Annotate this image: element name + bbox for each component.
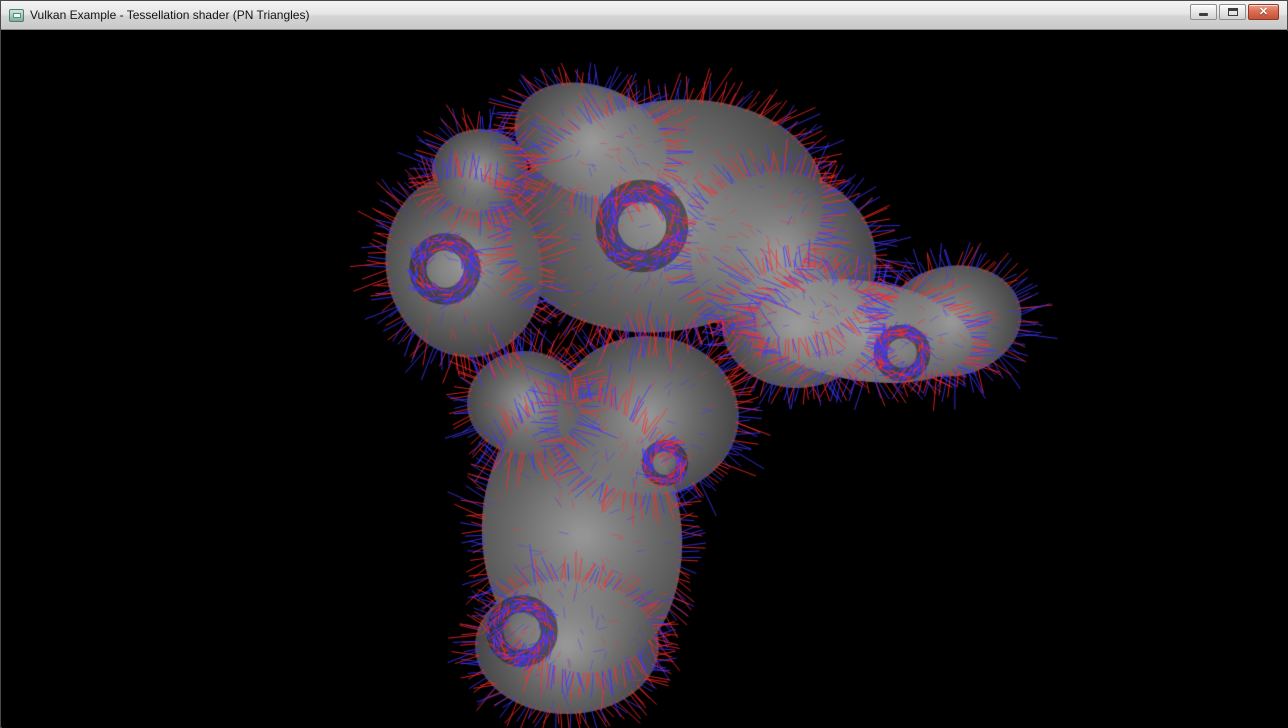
maximize-icon	[1228, 8, 1238, 16]
window-icon-glyph	[13, 13, 21, 18]
app-window: Vulkan Example - Tessellation shader (PN…	[0, 0, 1288, 728]
close-button[interactable]: ✕	[1248, 4, 1279, 20]
minimize-icon	[1199, 13, 1208, 16]
title-bar[interactable]: Vulkan Example - Tessellation shader (PN…	[1, 1, 1287, 30]
close-icon: ✕	[1259, 7, 1268, 18]
render-viewport	[2, 31, 1286, 726]
render-canvas[interactable]	[2, 31, 1288, 728]
window-title: Vulkan Example - Tessellation shader (PN…	[30, 8, 309, 22]
window-controls: ✕	[1190, 4, 1279, 20]
minimize-button[interactable]	[1190, 4, 1217, 20]
window-icon	[9, 9, 24, 22]
maximize-button[interactable]	[1219, 4, 1246, 20]
